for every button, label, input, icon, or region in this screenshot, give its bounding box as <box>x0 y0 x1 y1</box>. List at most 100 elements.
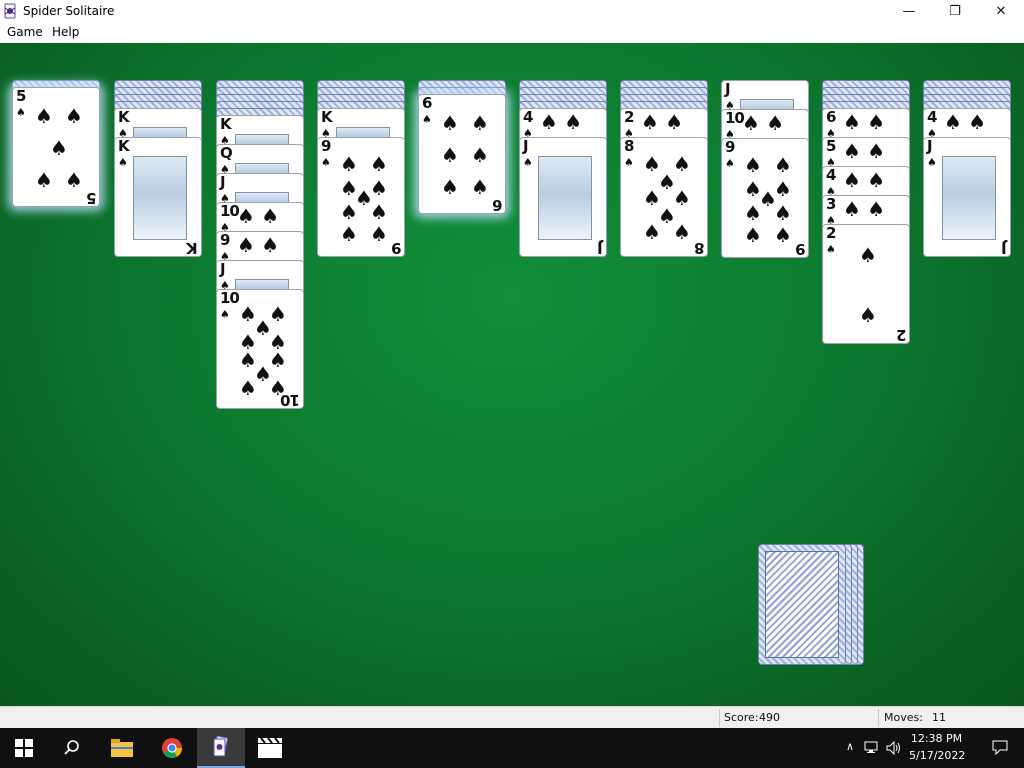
card-rank-corner: K <box>187 239 198 257</box>
spade-pip-icon: ♠ ♠ <box>742 111 785 135</box>
notification-icon[interactable] <box>992 740 1008 755</box>
card-rank-corner: 8 <box>694 239 704 257</box>
playing-card[interactable]: 2 ♠ ♠ ♠ 2 <box>822 224 910 344</box>
card-rank: K <box>118 108 130 126</box>
card-rank: 10 <box>220 289 240 307</box>
card-rank-corner: 9 <box>795 240 805 258</box>
title-bar: Spider Solitaire — ❐ ✕ <box>0 0 1024 22</box>
game-table[interactable]: 5 ♠ ♠ ♠ ♠ ♠ ♠ 5 K ♠ K ♠ K K ♠ Q ♠ J ♠ 10 ♠ ♠ ♠ 9 ♠ ♠ ♠ J ♠ 10 ♠ ♠ ♠ ♠ ♠ ♠… <box>0 43 1024 706</box>
close-icon: ✕ <box>995 3 1007 19</box>
spade-pip-icon: ♠ ♠ <box>237 233 280 257</box>
file-explorer-icon <box>111 739 133 757</box>
menu-game[interactable]: Game <box>7 25 43 39</box>
spade-pip-icon: ♠ ♠ <box>843 197 886 221</box>
card-rank: 5 <box>16 87 26 105</box>
card-rank: 4 <box>927 108 937 126</box>
card-rank-corner: J <box>598 239 603 257</box>
playing-card[interactable]: 9 ♠ ♠ ♠ ♠ ♠ ♠ ♠ ♠ ♠ ♠ 9 <box>721 138 809 258</box>
spade-pip-icon: ♠ <box>340 222 358 246</box>
spade-pip-icon: ♠ <box>441 175 459 199</box>
status-bar: Score: 490 Moves: 11 <box>0 706 1024 728</box>
card-rank: J <box>220 260 226 278</box>
card-rank: 2 <box>624 108 634 126</box>
start-icon <box>15 739 33 757</box>
card-rank: 2 <box>826 224 836 242</box>
spade-pip-icon: ♠ <box>35 104 53 128</box>
spider-solitaire-icon <box>213 736 229 757</box>
moves-label: Moves: <box>884 711 923 724</box>
spade-icon: ♠ <box>927 156 937 169</box>
court-card-art <box>538 156 592 240</box>
video-editor-button[interactable] <box>246 728 294 768</box>
video-editor-icon <box>258 738 282 758</box>
spade-pip-icon: ♠ <box>744 223 762 247</box>
spade-pip-icon: ♠ <box>643 220 661 244</box>
card-rank: K <box>321 108 333 126</box>
minimize-button[interactable]: — <box>886 0 932 22</box>
spade-pip-icon: ♠ ♠ <box>540 110 583 134</box>
spade-pip-icon: ♠ <box>859 243 877 267</box>
card-rank: 4 <box>523 108 533 126</box>
restore-icon: ❐ <box>949 3 961 19</box>
spade-icon: ♠ <box>321 156 331 169</box>
window-title: Spider Solitaire <box>23 4 115 18</box>
card-rank: 8 <box>624 137 634 155</box>
status-divider <box>719 709 720 727</box>
score-label: Score: <box>724 711 759 724</box>
playing-card[interactable]: 10 ♠ ♠ ♠ ♠ ♠ ♠ ♠ ♠ ♠ ♠ ♠ 10 <box>216 289 304 409</box>
spade-icon: ♠ <box>422 113 432 126</box>
court-card-art <box>133 156 187 240</box>
spade-pip-icon: ♠ <box>65 168 83 192</box>
file-explorer-button[interactable] <box>98 728 146 768</box>
card-rank-corner: 10 <box>281 391 300 409</box>
spade-icon: ♠ <box>118 156 128 169</box>
spade-pip-icon: ♠ ♠ <box>237 204 280 228</box>
status-divider <box>878 709 879 727</box>
app-window: Spider Solitaire — ❐ ✕ Game Help 5 ♠ ♠ ♠ ♠ ♠ ♠… <box>0 0 1024 728</box>
card-rank-corner: 6 <box>492 196 502 214</box>
spade-pip-icon: ♠ <box>35 168 53 192</box>
start-button[interactable] <box>0 728 48 768</box>
chrome-button[interactable] <box>148 728 196 768</box>
spade-pip-icon: ♠ <box>65 104 83 128</box>
spade-pip-icon: ♠ <box>744 201 762 225</box>
playing-card[interactable]: 6 ♠ ♠ ♠ ♠ ♠ ♠ ♠ 6 <box>418 94 506 214</box>
volume-icon[interactable] <box>886 741 902 755</box>
card-rank: J <box>220 173 226 191</box>
chevron-up-icon[interactable]: ∧ <box>846 740 854 753</box>
playing-card[interactable]: 9 ♠ ♠ ♠ ♠ ♠ ♠ ♠ ♠ ♠ ♠ 9 <box>317 137 405 257</box>
spider-solitaire-icon <box>4 3 16 19</box>
clock-time[interactable]: 12:38 PM <box>909 732 964 745</box>
search-icon <box>64 740 79 755</box>
network-icon[interactable] <box>864 741 878 754</box>
spade-icon: ♠ <box>523 156 533 169</box>
close-button[interactable]: ✕ <box>978 0 1024 22</box>
card-rank: 5 <box>826 137 836 155</box>
stock-card[interactable] <box>758 544 846 665</box>
spade-pip-icon: ♠ ♠ <box>843 110 886 134</box>
playing-card[interactable]: K ♠ K <box>114 137 202 257</box>
spade-pip-icon: ♠ <box>239 376 257 400</box>
search-button[interactable] <box>48 728 96 768</box>
card-rank: K <box>118 137 130 155</box>
spade-pip-icon: ♠ <box>340 152 358 176</box>
card-rank: J <box>725 80 731 98</box>
playing-card[interactable]: 8 ♠ ♠ ♠ ♠ ♠ ♠ ♠ ♠ ♠ 8 <box>620 137 708 257</box>
clock-date[interactable]: 5/17/2022 <box>909 749 965 762</box>
spade-pip-icon: ♠ <box>744 153 762 177</box>
menu-help[interactable]: Help <box>52 25 79 39</box>
moves-value: 11 <box>932 711 946 724</box>
playing-card[interactable]: J ♠ J <box>923 137 1011 257</box>
spider-solitaire-taskbar-button[interactable] <box>197 728 245 768</box>
spade-pip-icon: ♠ <box>859 303 877 327</box>
spade-pip-icon: ♠ ♠ <box>843 139 886 163</box>
spade-pip-icon: ♠ <box>774 201 792 225</box>
playing-card[interactable]: 5 ♠ ♠ ♠ ♠ ♠ ♠ 5 <box>12 87 100 207</box>
spade-pip-icon: ♠ ♠ <box>843 168 886 192</box>
playing-card[interactable]: J ♠ J <box>519 137 607 257</box>
spade-icon: ♠ <box>624 156 634 169</box>
spade-pip-icon: ♠ <box>471 175 489 199</box>
maximize-button[interactable]: ❐ <box>932 0 978 22</box>
card-rank: 6 <box>422 94 432 112</box>
spade-pip-icon: ♠ <box>774 153 792 177</box>
